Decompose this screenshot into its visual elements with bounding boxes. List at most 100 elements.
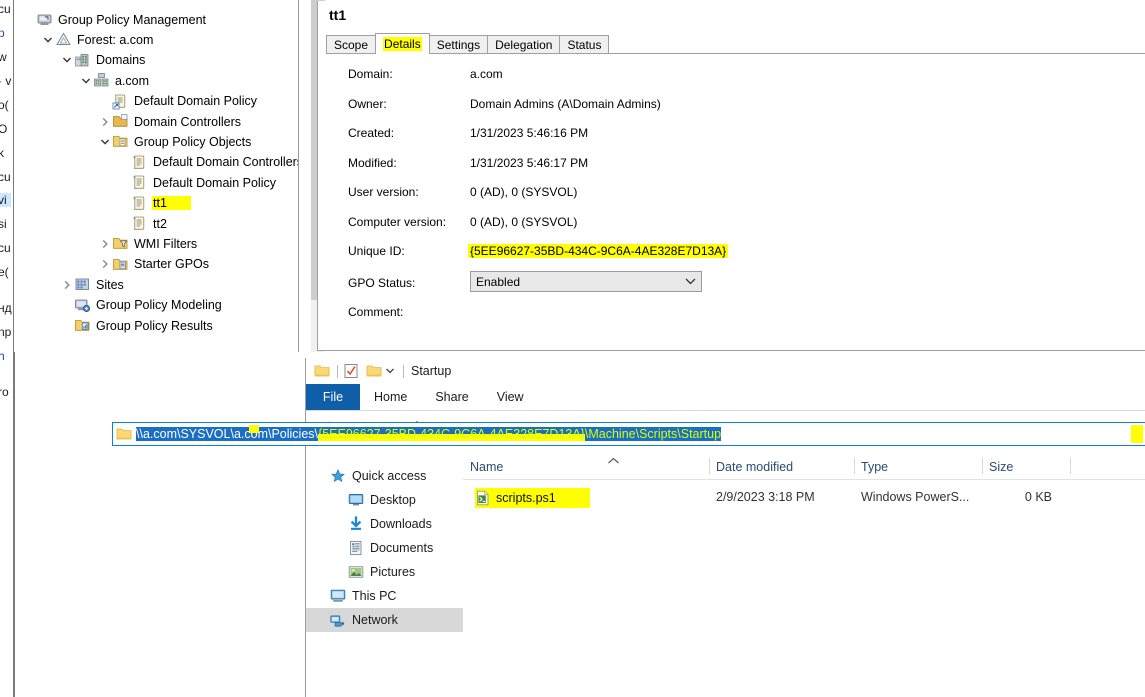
tree-item-domain-controllers[interactable]: Domain Controllers [98, 112, 242, 131]
bg-fragment: w [0, 50, 7, 64]
column-header-type[interactable]: Type [854, 454, 982, 479]
file-name-cell[interactable]: scripts.ps1 [475, 488, 590, 508]
field-value-user-version: 0 (AD), 0 (SYSVOL) [470, 185, 578, 199]
nav-item-this-pc[interactable]: This PC [306, 584, 487, 608]
chevron-down-icon[interactable] [79, 71, 93, 90]
tree-item-label: Domains [96, 53, 146, 68]
ribbon-tab-view[interactable]: View [483, 384, 538, 410]
tree-item-domains[interactable]: Domains [60, 51, 146, 70]
nav-item-network[interactable]: Network [306, 608, 487, 632]
highlight-marker-overlay [249, 425, 259, 433]
tree-item-starter-gpos[interactable]: Starter GPOs [98, 255, 210, 274]
chevron-down-icon[interactable] [679, 272, 701, 291]
column-header-name[interactable]: Name [463, 454, 709, 479]
field-value-modified: 1/31/2023 5:46:17 PM [470, 155, 589, 170]
chevron-down-icon[interactable] [98, 132, 112, 151]
tree-item-tt1[interactable]: tt1 [117, 194, 191, 213]
column-divider[interactable] [982, 458, 983, 474]
explorer-navigation-pane[interactable]: Quick access Desktop Downloads Documents… [306, 460, 496, 697]
nav-item-label: Pictures [370, 565, 416, 579]
new-folder-icon[interactable] [366, 363, 382, 379]
gpmc-tree-panel[interactable]: Group Policy Management Forest: a.com Do… [16, 2, 298, 350]
column-header-size[interactable]: Size [982, 454, 1070, 479]
explorer-ribbon-tabs[interactable]: File Home Share View [306, 384, 1145, 411]
tree-item-label: Group Policy Objects [134, 134, 252, 149]
tree-item-a-com[interactable]: a.com [79, 71, 150, 90]
column-divider[interactable] [854, 458, 855, 474]
ribbon-tab-file[interactable]: File [306, 384, 360, 410]
pictures-icon [348, 564, 364, 580]
tab-scope[interactable]: Scope [326, 35, 377, 54]
tree-item-label: a.com [115, 73, 150, 88]
tree-item-default-domain-controllers-policy[interactable]: Default Domain Controllers Policy [117, 153, 298, 172]
field-label-unique-id: Unique ID: [348, 244, 405, 258]
gp-results-icon [74, 317, 91, 334]
field-label-modified: Modified: [348, 155, 397, 170]
this-pc-icon [330, 588, 346, 604]
gpo-details-body: GPO Status: Enabled Comment: Domain: a.co… [318, 54, 1145, 350]
domains-icon [74, 52, 91, 69]
bg-fragment: np [0, 325, 12, 339]
column-header-label: Name [470, 459, 504, 474]
tree-item-group-policy-modeling[interactable]: Group Policy Modeling [60, 296, 223, 315]
network-icon [330, 612, 346, 628]
nav-item-quick-access[interactable]: Quick access [306, 464, 487, 488]
column-divider[interactable] [1070, 458, 1071, 474]
sort-ascending-caret-icon [607, 457, 620, 468]
bg-fragment: · v [0, 74, 12, 88]
tab-label: Status [567, 38, 602, 52]
explorer-title-bar: Startup [306, 358, 1145, 384]
address-segment: \Machine\Scripts\Startup [584, 427, 722, 441]
field-label-user-version: User version: [348, 185, 419, 199]
tree-pane-divider [298, 0, 299, 352]
tree-item-label: tt2 [153, 216, 167, 231]
tree-item-tt2[interactable]: tt2 [117, 214, 168, 233]
tab-status[interactable]: Status [559, 35, 610, 54]
tree-item-label: Default Domain Policy [153, 175, 276, 190]
gpo-status-dropdown[interactable]: Enabled [470, 271, 702, 292]
toolbar-separator [337, 364, 338, 378]
tab-details[interactable]: Details [375, 33, 430, 54]
explorer-file-list[interactable]: Name Date modified Type Size scripts.ps1 2/9… [463, 454, 1145, 697]
column-header-date-modified[interactable]: Date modified [709, 454, 854, 479]
chevron-right-icon[interactable] [98, 255, 112, 274]
chevron-right-icon[interactable] [98, 112, 112, 131]
column-divider[interactable] [709, 458, 710, 474]
tree-item-sites[interactable]: Sites [60, 275, 125, 294]
chevron-right-icon[interactable] [60, 275, 74, 294]
toolbar-separator [403, 364, 404, 378]
chevron-down-icon[interactable] [41, 30, 55, 49]
tree-item-default-domain-policy[interactable]: Default Domain Policy [117, 173, 277, 192]
tree-item-group-policy-management[interactable]: Group Policy Management [22, 10, 207, 29]
ribbon-tab-share[interactable]: Share [421, 384, 482, 410]
chevron-down-icon[interactable] [60, 51, 74, 70]
tree-item-default-domain-policy[interactable]: Default Domain Policy [98, 92, 258, 111]
address-bar[interactable]: \\a.com\SYSVOL\a.com\Policies\{5EE96627-… [112, 422, 1145, 446]
nav-item-label: This PC [352, 589, 397, 603]
address-path-text[interactable]: \\a.com\SYSVOL\a.com\Policies\{5EE96627-… [136, 426, 722, 442]
ribbon-tab-home[interactable]: Home [360, 384, 421, 410]
gpo-tab-strip[interactable]: Scope Details Settings Delegation Status [326, 33, 610, 54]
tree-item-label: Default Domain Policy [134, 94, 257, 109]
documents-icon [348, 540, 364, 556]
properties-check-icon[interactable] [343, 363, 359, 379]
bg-fragment: cu [0, 170, 11, 184]
gpo-status-value: Enabled [476, 274, 521, 289]
highlight-marker-overlay [1131, 425, 1143, 443]
bg-fragment: нд [0, 301, 12, 315]
customize-qat-chevron-icon[interactable] [384, 363, 396, 379]
file-name-label: scripts.ps1 [496, 491, 556, 505]
chevron-right-icon[interactable] [98, 234, 112, 253]
tree-item-forest-a-com[interactable]: Forest: a.com [41, 30, 154, 49]
nav-item-label: Network [352, 613, 398, 627]
file-row[interactable]: scripts.ps1 2/9/2023 3:18 PM Windows Power… [463, 487, 1145, 511]
tree-item-wmi-filters[interactable]: WMI Filters [98, 234, 198, 253]
tab-settings[interactable]: Settings [428, 35, 489, 54]
tree-item-group-policy-results[interactable]: Group Policy Results [60, 316, 214, 335]
column-header-label: Date modified [716, 459, 794, 474]
tree-item-group-policy-objects[interactable]: Group Policy Objects [98, 132, 252, 151]
tab-delegation[interactable]: Delegation [487, 35, 561, 54]
